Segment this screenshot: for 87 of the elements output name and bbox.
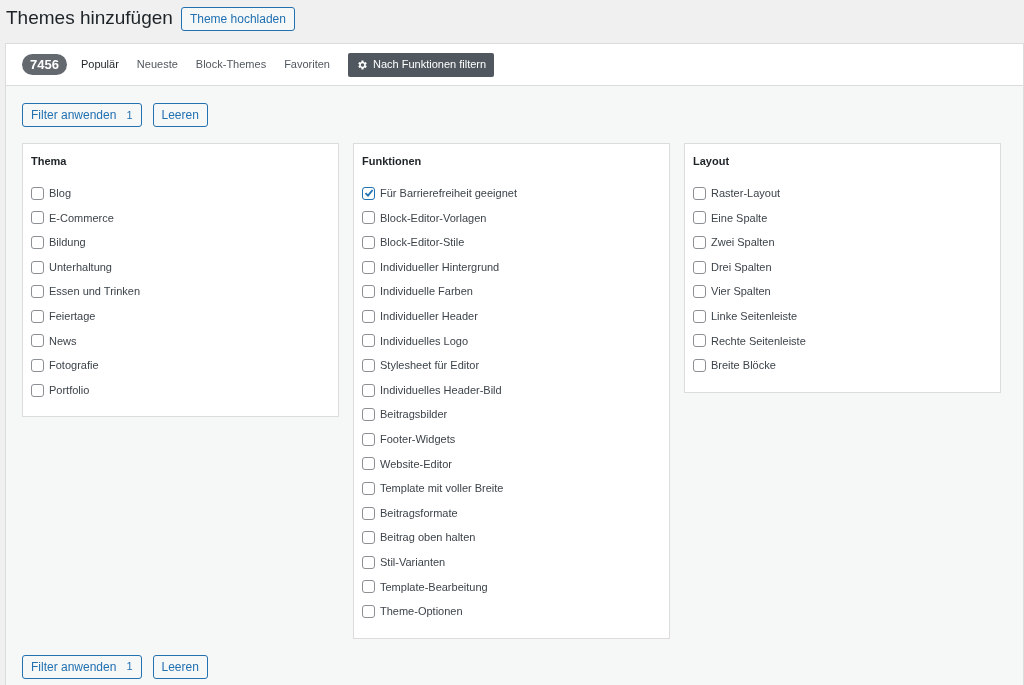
option-label: Individueller Header (380, 309, 478, 324)
option-label: News (49, 333, 77, 349)
option-label: Unterhaltung (49, 259, 112, 275)
checkbox[interactable] (362, 358, 375, 372)
tab[interactable]: Favoriten (280, 56, 334, 73)
checkbox[interactable] (693, 236, 706, 249)
option-label: Fotografie (49, 358, 99, 374)
checkbox[interactable] (31, 236, 44, 249)
option-label: Block-Editor-Vorlagen (380, 210, 487, 226)
option-label: Beitragsbilder (380, 407, 448, 423)
option-label: Beitrag oben halten (380, 530, 476, 546)
checkbox[interactable] (362, 580, 375, 594)
option-label: Feiertage (49, 309, 96, 324)
checkbox[interactable] (693, 211, 706, 225)
option-label: Website-Editor (380, 456, 452, 472)
option-label: E-Commerce (49, 210, 114, 226)
option-label: Rechte Seitenleiste (711, 333, 806, 349)
checkbox[interactable] (31, 211, 44, 225)
group-title: Funktionen (362, 154, 423, 169)
option-label: Beitragsformate (380, 505, 458, 521)
checkbox[interactable] (362, 481, 375, 495)
checkbox[interactable] (31, 334, 44, 348)
option-label: Stil-Varianten (380, 554, 446, 570)
option-label: Zwei Spalten (711, 235, 775, 251)
option-label: Blog (49, 186, 72, 202)
option-label: Individuelle Farben (380, 284, 473, 300)
option-label: Individueller Hintergrund (380, 259, 500, 275)
checkbox[interactable] (31, 260, 44, 274)
option-label: Für Barrierefreiheit geeignet (380, 186, 517, 202)
option-label: Raster-Layout (711, 186, 781, 202)
checkbox[interactable] (693, 309, 706, 323)
option-label: Breite Blöcke (711, 358, 776, 374)
clear-button[interactable]: Leeren (152, 654, 208, 679)
option-label: Portfolio (49, 382, 90, 398)
tab[interactable]: Populär (76, 56, 123, 73)
page-title: Themes hinzufügen (6, 6, 173, 31)
checkbox[interactable] (31, 358, 44, 372)
checkbox[interactable] (362, 334, 375, 348)
checkbox[interactable] (362, 260, 375, 274)
gear-icon (356, 58, 368, 71)
checkbox[interactable] (693, 285, 706, 299)
checkbox[interactable] (362, 383, 375, 397)
checkbox[interactable] (362, 555, 375, 569)
option-label: Bildung (49, 235, 86, 251)
upload-theme-button[interactable]: Theme hochladen (180, 6, 295, 31)
checkbox[interactable] (693, 358, 706, 372)
option-label: Individuelles Header-Bild (380, 382, 502, 398)
checkbox[interactable] (362, 408, 375, 422)
filter-by-features-button[interactable]: Nach Funktionen filtern (348, 52, 495, 77)
option-label: Individuelles Logo (380, 333, 469, 349)
checkbox[interactable] (693, 334, 706, 348)
checkbox[interactable] (362, 285, 375, 299)
checkbox[interactable] (31, 383, 44, 397)
option-label: Linke Seitenleiste (711, 309, 798, 324)
tab[interactable]: Neueste (132, 56, 182, 73)
checkbox[interactable] (362, 309, 375, 323)
option-label: Vier Spalten (711, 284, 771, 300)
option-label: Essen und Trinken (49, 284, 141, 300)
checkmark-icon (363, 188, 374, 199)
option-label: Eine Spalte (711, 210, 768, 226)
option-label: Footer-Widgets (380, 432, 456, 447)
option-label: Stylesheet für Editor (380, 358, 480, 374)
checkbox[interactable] (693, 186, 706, 200)
checkbox[interactable] (362, 457, 375, 471)
apply-filters-button[interactable]: Filter anwenden 1 (22, 103, 142, 127)
checkbox[interactable] (362, 506, 375, 520)
option-label: Template mit voller Breite (380, 481, 504, 497)
option-label: Theme-Optionen (380, 604, 463, 620)
checkbox[interactable] (31, 285, 44, 299)
apply-filters-button[interactable]: Filter anwenden 1 (22, 654, 142, 679)
option-label: Drei Spalten (711, 259, 772, 275)
theme-count: 7456 (22, 54, 67, 75)
group-title: Thema (31, 154, 68, 169)
option-label: Block-Editor-Stile (380, 235, 465, 251)
checkbox[interactable] (362, 186, 375, 200)
checkbox[interactable] (362, 432, 375, 446)
tab[interactable]: Block-Themes (191, 56, 271, 73)
checkbox[interactable] (362, 236, 375, 249)
checkbox[interactable] (362, 531, 375, 545)
option-label: Template-Bearbeitung (380, 579, 488, 595)
group-title: Layout (693, 154, 731, 169)
checkbox[interactable] (362, 604, 375, 618)
checkbox[interactable] (693, 260, 706, 274)
checkbox[interactable] (362, 211, 375, 225)
clear-button[interactable]: Leeren (152, 103, 208, 127)
checkbox[interactable] (31, 309, 44, 323)
checkbox[interactable] (31, 186, 44, 200)
